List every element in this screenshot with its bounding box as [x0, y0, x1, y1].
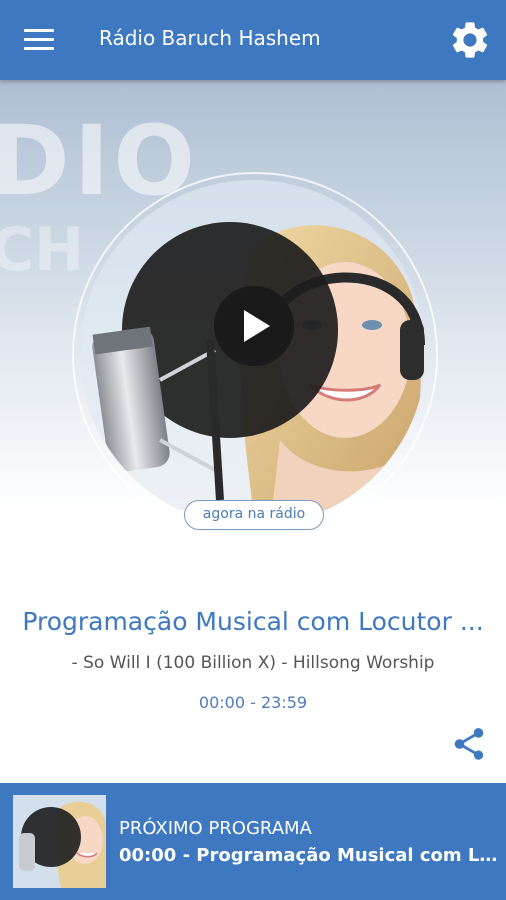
- next-program-title: 00:00 - Programação Musical com Locutor: [119, 845, 499, 866]
- next-program-thumbnail: [13, 795, 106, 888]
- current-song: - So Will I (100 Billion X) - Hillsong W…: [71, 653, 435, 673]
- hero-banner: DIO CH: [0, 80, 506, 510]
- now-on-air-badge: agora na rádio: [184, 500, 324, 530]
- gear-icon: [452, 22, 488, 58]
- share-button[interactable]: [450, 725, 488, 763]
- program-schedule: 00:00 - 23:59: [198, 693, 308, 712]
- thumbnail-illustration: [13, 795, 106, 888]
- program-title: Programação Musical com Locutor ...: [22, 607, 484, 636]
- app-title: Rádio Baruch Hashem: [99, 26, 321, 50]
- play-icon: [244, 310, 270, 342]
- background-logo-text-lower: CH: [0, 215, 85, 285]
- next-program-bar[interactable]: PRÓXIMO PROGRAMA 00:00 - Programação Mus…: [0, 783, 506, 900]
- hamburger-menu-icon: [24, 29, 54, 32]
- settings-button[interactable]: [448, 18, 492, 62]
- app-bar: Rádio Baruch Hashem: [0, 0, 506, 80]
- play-button[interactable]: [214, 286, 294, 366]
- menu-button[interactable]: [16, 22, 60, 58]
- share-icon: [454, 728, 484, 760]
- next-program-label: PRÓXIMO PROGRAMA: [119, 818, 312, 839]
